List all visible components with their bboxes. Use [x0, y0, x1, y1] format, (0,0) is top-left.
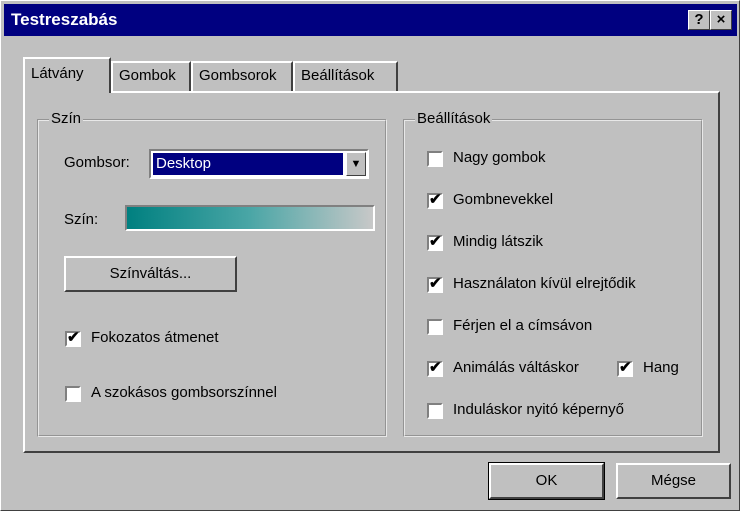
window-title: Testreszabás — [11, 10, 118, 29]
indulaskor-checkbox[interactable] — [427, 403, 443, 419]
szin-label: Szín: — [64, 211, 99, 228]
tab-beallitasok[interactable]: Beállítások — [293, 61, 398, 91]
gombnevekkel-checkbox[interactable]: ✔ — [427, 191, 443, 209]
customize-dialog: Testreszabás ? × Látvány Gombok Gombsoro… — [0, 0, 740, 511]
indulaskor-label: Induláskor nyitó képernyő — [453, 401, 624, 418]
title-bar[interactable]: Testreszabás ? × — [4, 4, 737, 36]
check-icon: ✔ — [429, 233, 442, 250]
check-icon: ✔ — [67, 329, 80, 346]
elrejtodik-label: Használaton kívül elrejtődik — [453, 275, 636, 292]
tab-latvany[interactable]: Látvány — [23, 57, 111, 93]
cancel-label: Mégse — [650, 472, 697, 489]
color-gradient-swatch — [125, 205, 375, 231]
check-icon: ✔ — [429, 275, 442, 292]
color-change-label: Színváltás... — [109, 265, 192, 282]
tab-gombok[interactable]: Gombok — [111, 61, 191, 91]
gombsor-label: Gombsor: — [64, 154, 130, 171]
tab-panel: Szín Gombsor: Desktop ▼ Szín: Színváltás… — [23, 91, 720, 453]
gombsor-select[interactable]: Desktop ▼ — [149, 149, 369, 179]
close-button[interactable]: × — [710, 10, 732, 30]
elrejtodik-checkbox[interactable]: ✔ — [427, 275, 443, 293]
cimsav-checkbox[interactable] — [427, 319, 443, 335]
hang-checkbox[interactable]: ✔ — [617, 359, 633, 377]
szin-group: Szín Gombsor: Desktop ▼ Szín: Színváltás… — [37, 110, 387, 437]
mindig-latszik-checkbox[interactable]: ✔ — [427, 233, 443, 251]
animalas-checkbox[interactable]: ✔ — [427, 359, 443, 377]
hang-label: Hang — [643, 359, 679, 376]
check-icon: ✔ — [619, 359, 632, 376]
help-button[interactable]: ? — [688, 10, 710, 30]
gombnevekkel-label: Gombnevekkel — [453, 191, 554, 208]
animalas-label: Animálás váltáskor — [453, 359, 579, 376]
szokasos-label: A szokásos gombsorszínnel — [91, 384, 277, 401]
tab-gombsorok[interactable]: Gombsorok — [191, 61, 293, 91]
szokasos-checkbox[interactable] — [65, 386, 81, 402]
szin-group-title: Szín — [49, 110, 84, 127]
check-icon: ✔ — [429, 191, 442, 208]
check-icon: ✔ — [429, 359, 442, 376]
fokozatos-checkbox[interactable]: ✔ — [65, 329, 81, 347]
mindig-latszik-label: Mindig látszik — [453, 233, 544, 250]
cimsav-label: Férjen el a címsávon — [453, 317, 593, 334]
ok-button[interactable]: OK — [488, 462, 605, 500]
chevron-down-icon[interactable]: ▼ — [346, 152, 366, 176]
cancel-button[interactable]: Mégse — [616, 463, 731, 499]
nagy-gombok-label: Nagy gombok — [453, 149, 546, 166]
color-change-button[interactable]: Színváltás... — [64, 256, 237, 292]
beallitasok-group: Beállítások Nagy gombok ✔ Gombnevekkel ✔… — [403, 110, 703, 437]
fokozatos-label: Fokozatos átmenet — [91, 329, 219, 346]
beallitasok-group-title: Beállítások — [415, 110, 493, 127]
ok-label: OK — [535, 472, 558, 489]
gombsor-value: Desktop — [152, 152, 344, 176]
nagy-gombok-checkbox[interactable] — [427, 151, 443, 167]
